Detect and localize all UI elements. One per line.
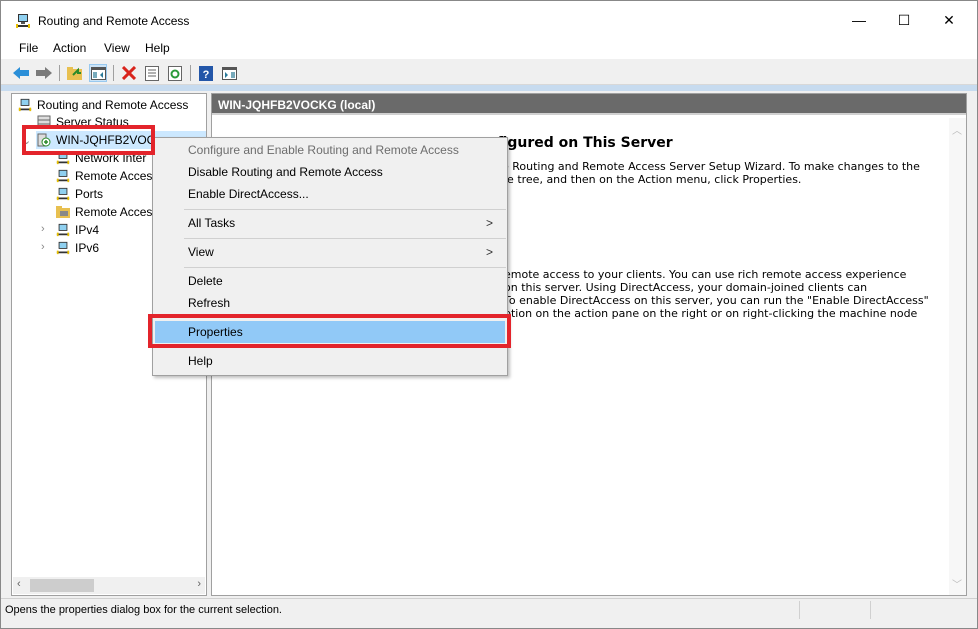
show-hide-tree-icon <box>90 66 106 80</box>
app-window: Routing and Remote Access — ☐ ✕ File Act… <box>0 0 978 629</box>
close-button[interactable]: ✕ <box>926 1 972 39</box>
menu-item-label: Disable Routing and Remote Access <box>188 165 383 179</box>
window-title: Routing and Remote Access <box>38 14 190 28</box>
result-pane-header: WIN-JQHFB2VOCKG (local) <box>212 94 966 115</box>
properties-button[interactable] <box>143 64 161 82</box>
minimize-button[interactable]: — <box>836 1 882 39</box>
pane-strip <box>1 85 977 91</box>
delete-icon <box>122 66 136 80</box>
tree-item-label: IPv4 <box>75 223 100 237</box>
network-icon <box>55 186 71 202</box>
help-icon: ? <box>199 65 213 81</box>
menu-item-label: Refresh <box>188 296 231 310</box>
content-paragraph-line: To enable DirectAccess on this server, y… <box>504 294 929 307</box>
network-icon <box>55 222 71 238</box>
menu-item-help[interactable]: Help <box>155 350 505 372</box>
forward-icon <box>36 67 52 79</box>
scroll-down-icon[interactable]: ﹀ <box>952 576 962 591</box>
menu-item-view[interactable]: View > <box>155 241 505 263</box>
back-icon <box>13 67 29 79</box>
expand-ipv4-icon[interactable]: › <box>41 223 45 235</box>
annotation-properties-highlight <box>148 314 511 348</box>
menu-item-configure-enable[interactable]: Configure and Enable Routing and Remote … <box>155 139 505 161</box>
menu-item-disable-routing[interactable]: Disable Routing and Remote Access <box>155 161 505 183</box>
menu-action[interactable]: Action <box>53 41 86 55</box>
network-icon <box>55 168 71 184</box>
svg-text:?: ? <box>203 69 210 81</box>
menu-item-enable-directaccess[interactable]: Enable DirectAccess... <box>155 183 505 205</box>
maximize-icon: ☐ <box>897 11 911 28</box>
toolbar: ? <box>1 60 977 85</box>
up-one-level-button[interactable] <box>66 64 84 82</box>
tree-root-label: Routing and Remote Access <box>37 98 189 112</box>
help-button[interactable]: ? <box>197 64 215 82</box>
menu-item-all-tasks[interactable]: All Tasks > <box>155 212 505 234</box>
menu-item-delete[interactable]: Delete <box>155 270 505 292</box>
app-routing-icon <box>15 13 31 29</box>
submenu-arrow-icon: > <box>485 245 493 259</box>
minimize-icon: — <box>852 12 866 28</box>
forward-button[interactable] <box>35 64 53 82</box>
refresh-icon <box>168 65 182 81</box>
menu-item-label: Enable DirectAccess... <box>188 187 309 201</box>
content-paragraph-line: on this server. Using DirectAccess, your… <box>504 281 868 294</box>
status-bar: Opens the properties dialog box for the … <box>1 598 977 621</box>
tree-item-remote-access-clients[interactable]: Remote Acces <box>55 167 152 185</box>
tree-item-ipv4[interactable]: IPv4 <box>55 221 99 239</box>
annotation-server-highlight <box>22 125 155 155</box>
submenu-arrow-icon: > <box>485 216 493 230</box>
scroll-left-icon[interactable]: ‹ <box>17 578 21 590</box>
status-message: Opens the properties dialog box for the … <box>5 604 282 616</box>
refresh-button[interactable] <box>166 64 184 82</box>
tree-item-label: Ports <box>75 187 104 201</box>
routing-icon <box>17 97 33 113</box>
menu-file[interactable]: File <box>19 41 38 55</box>
up-folder-icon <box>67 67 82 80</box>
tree-item-label: Remote Acces <box>75 205 153 219</box>
delete-button[interactable] <box>120 64 138 82</box>
tree-item-label: IPv6 <box>75 241 100 255</box>
network-icon <box>55 240 71 256</box>
tree-item-label: Remote Acces <box>75 169 153 183</box>
menu-item-label: Configure and Enable Routing and Remote … <box>188 143 459 157</box>
tree-item-remote-access-logging[interactable]: Remote Acces <box>55 203 152 221</box>
content-vertical-scrollbar[interactable]: ︿ ﹀ <box>949 118 966 595</box>
show-hide-action-pane-icon <box>221 66 237 80</box>
tree-item-ports[interactable]: Ports <box>55 185 103 203</box>
show-hide-action-pane-button[interactable] <box>220 64 238 82</box>
content-paragraph-line: e Routing and Remote Access Server Setup… <box>502 160 920 173</box>
folder-icon <box>55 204 71 220</box>
tree-root[interactable]: Routing and Remote Access <box>17 96 188 114</box>
menu-bar: File Action View Help <box>1 39 977 59</box>
maximize-button[interactable]: ☐ <box>881 1 927 39</box>
close-icon: ✕ <box>943 11 955 28</box>
tree-horizontal-scrollbar[interactable]: ‹ › <box>13 577 205 594</box>
menu-item-label: Delete <box>188 274 223 288</box>
show-hide-tree-button[interactable] <box>89 64 107 82</box>
scroll-thumb[interactable] <box>30 579 94 592</box>
back-button[interactable] <box>12 64 30 82</box>
content-paragraph-line: le tree, and then on the Action menu, cl… <box>504 173 802 186</box>
scroll-right-icon[interactable]: › <box>197 578 201 590</box>
scroll-up-icon[interactable]: ︿ <box>952 122 962 137</box>
properties-icon <box>145 65 159 81</box>
menu-item-label: All Tasks <box>188 216 236 230</box>
title-bar: Routing and Remote Access — ☐ ✕ <box>1 1 977 39</box>
tree-item-ipv6[interactable]: IPv6 <box>55 239 99 257</box>
menu-item-refresh[interactable]: Refresh <box>155 292 505 314</box>
content-paragraph-line: emote access to your clients. You can us… <box>504 268 907 281</box>
expand-ipv6-icon[interactable]: › <box>41 241 45 253</box>
menu-view[interactable]: View <box>104 41 130 55</box>
content-heading: figured on This Server <box>497 135 673 151</box>
menu-item-label: Help <box>188 354 213 368</box>
menu-help[interactable]: Help <box>145 41 170 55</box>
content-paragraph-line: ption on the action pane on the right or… <box>504 307 918 320</box>
menu-item-label: View <box>188 245 214 259</box>
